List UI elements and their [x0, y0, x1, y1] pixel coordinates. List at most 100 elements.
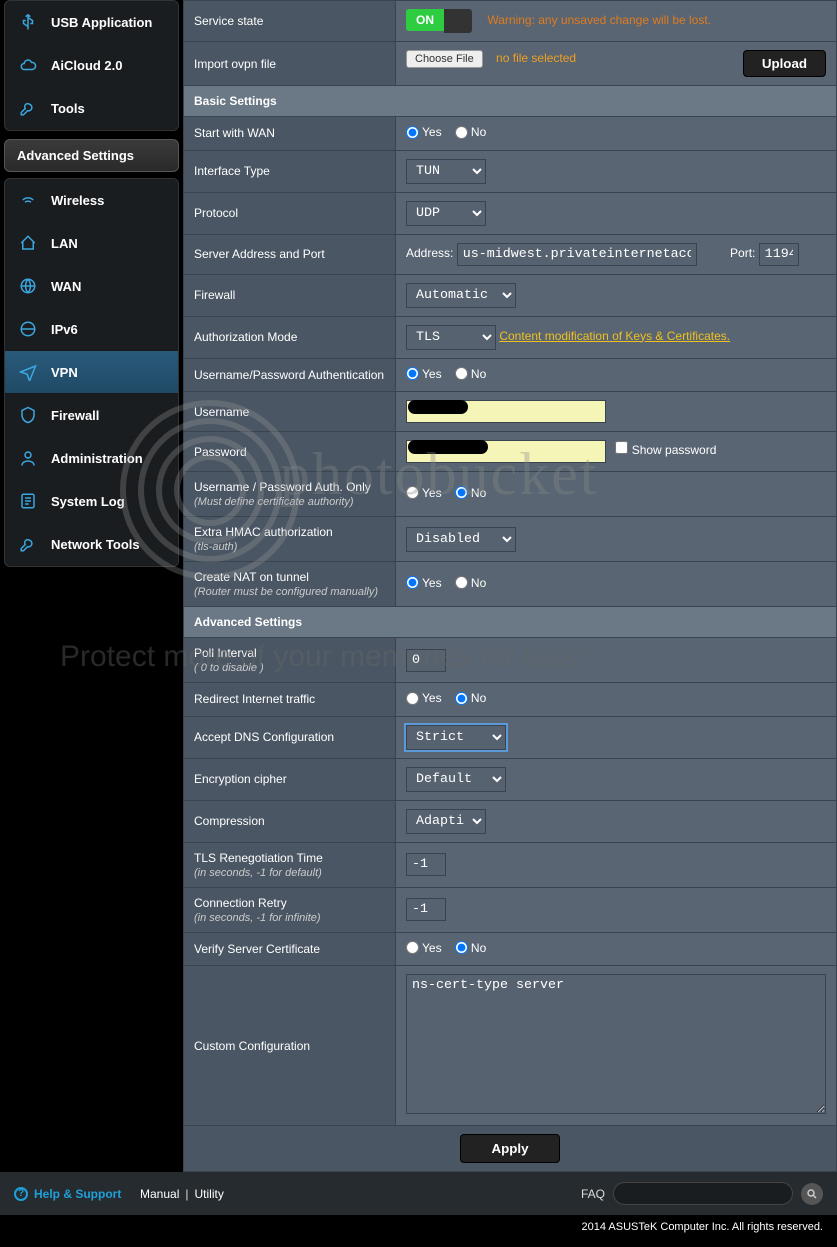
tls-reneg-input[interactable]	[406, 853, 446, 876]
search-icon	[806, 1188, 818, 1200]
cloud-icon	[15, 52, 41, 78]
compression-select[interactable]: Adaptive	[406, 809, 486, 834]
label-tls-reneg: TLS Renegotiation Time(in seconds, -1 fo…	[184, 842, 396, 887]
label-userpass-only: Username / Password Auth. Only(Must defi…	[184, 472, 396, 517]
label-redirect-traffic: Redirect Internet traffic	[184, 683, 396, 717]
verify-cert-yes[interactable]: Yes	[406, 941, 442, 955]
sidebar-item-firewall[interactable]: Firewall	[5, 394, 178, 437]
sidebar-item-networktools[interactable]: Network Tools	[5, 523, 178, 566]
label-conn-retry: Connection Retry(in seconds, -1 for infi…	[184, 887, 396, 932]
redirect-yes[interactable]: Yes	[406, 691, 442, 705]
redirect-no[interactable]: No	[455, 691, 486, 705]
usb-icon	[15, 9, 41, 35]
interface-type-select[interactable]: TUN	[406, 159, 486, 184]
upload-button[interactable]: Upload	[743, 50, 826, 77]
accept-dns-select[interactable]: Strict	[406, 725, 506, 750]
user-icon	[15, 445, 41, 471]
create-nat-no[interactable]: No	[455, 576, 486, 590]
port-label: Port:	[730, 246, 755, 260]
label-verify-cert: Verify Server Certificate	[184, 932, 396, 966]
sidebar-section-advanced: Advanced Settings	[4, 139, 179, 172]
copyright: 2014 ASUSTeK Computer Inc. All rights re…	[0, 1215, 837, 1247]
label-server-address: Server Address and Port	[184, 234, 396, 274]
label-interface-type: Interface Type	[184, 150, 396, 192]
faq-search-input[interactable]	[613, 1182, 793, 1205]
label-username: Username	[184, 392, 396, 432]
no-file-selected: no file selected	[496, 51, 576, 65]
globe-icon	[15, 273, 41, 299]
sidebar-item-vpn[interactable]: VPN	[5, 351, 178, 394]
manual-link[interactable]: Manual	[140, 1187, 179, 1201]
plane-icon	[15, 359, 41, 385]
userpass-auth-yes[interactable]: Yes	[406, 367, 442, 381]
service-state-toggle-off[interactable]	[444, 9, 472, 33]
tool-icon	[15, 531, 41, 557]
sidebar-item-wireless[interactable]: Wireless	[5, 179, 178, 222]
sidebar-item-label: LAN	[51, 236, 78, 251]
userpass-only-yes[interactable]: Yes	[406, 486, 442, 500]
sidebar-item-systemlog[interactable]: System Log	[5, 480, 178, 523]
show-password-checkbox[interactable]: Show password	[615, 443, 716, 457]
label-password: Password	[184, 432, 396, 472]
home-icon	[15, 230, 41, 256]
poll-interval-input[interactable]	[406, 649, 446, 672]
firewall-select[interactable]: Automatic	[406, 283, 516, 308]
start-wan-yes[interactable]: Yes	[406, 125, 442, 139]
label-poll-interval: Poll Interval( 0 to disable )	[184, 638, 396, 683]
userpass-only-no[interactable]: No	[455, 486, 486, 500]
encryption-cipher-select[interactable]: Default	[406, 767, 506, 792]
sidebar-item-administration[interactable]: Administration	[5, 437, 178, 480]
address-label: Address:	[406, 246, 453, 260]
label-import-ovpn: Import ovpn file	[184, 42, 396, 86]
custom-config-textarea[interactable]: ns-cert-type server	[406, 974, 826, 1114]
sidebar-item-usb[interactable]: USB Application	[5, 1, 178, 44]
protocol-select[interactable]: UDP	[406, 201, 486, 226]
section-basic-settings: Basic Settings	[184, 86, 837, 117]
label-start-wan: Start with WAN	[184, 117, 396, 151]
choose-file-button[interactable]: Choose File	[406, 50, 483, 68]
server-port-input[interactable]	[759, 243, 799, 266]
conn-retry-input[interactable]	[406, 898, 446, 921]
main-content: Service state ON Warning: any unsaved ch…	[183, 0, 837, 1172]
help-support-link[interactable]: Help & Support	[34, 1187, 121, 1201]
apply-button[interactable]: Apply	[460, 1134, 559, 1163]
section-advanced-settings: Advanced Settings	[184, 607, 837, 638]
service-state-toggle[interactable]: ON	[406, 9, 444, 31]
shield-icon	[15, 402, 41, 428]
sidebar-item-label: USB Application	[51, 15, 152, 30]
keys-certs-link[interactable]: Content modification of Keys & Certifica…	[499, 329, 730, 343]
sidebar: USB Application AiCloud 2.0 Tools Advanc…	[0, 0, 183, 1172]
start-wan-no[interactable]: No	[455, 125, 486, 139]
wifi-icon	[15, 187, 41, 213]
server-address-input[interactable]	[457, 243, 697, 266]
faq-search-button[interactable]	[801, 1183, 823, 1205]
sidebar-item-label: System Log	[51, 494, 125, 509]
sidebar-item-tools[interactable]: Tools	[5, 87, 178, 130]
sidebar-item-label: Tools	[51, 101, 85, 116]
sidebar-item-label: WAN	[51, 279, 81, 294]
ipv6-icon	[15, 316, 41, 342]
label-protocol: Protocol	[184, 192, 396, 234]
verify-cert-no[interactable]: No	[455, 941, 486, 955]
sidebar-item-lan[interactable]: LAN	[5, 222, 178, 265]
label-firewall: Firewall	[184, 274, 396, 316]
label-compression: Compression	[184, 800, 396, 842]
utility-link[interactable]: Utility	[194, 1187, 223, 1201]
sidebar-item-label: Firewall	[51, 408, 99, 423]
sidebar-item-aicloud[interactable]: AiCloud 2.0	[5, 44, 178, 87]
create-nat-yes[interactable]: Yes	[406, 576, 442, 590]
service-state-warning: Warning: any unsaved change will be lost…	[487, 13, 711, 27]
sidebar-item-wan[interactable]: WAN	[5, 265, 178, 308]
sidebar-item-label: Network Tools	[51, 537, 140, 552]
extra-hmac-select[interactable]: Disabled	[406, 527, 516, 552]
sidebar-item-label: VPN	[51, 365, 78, 380]
sidebar-item-label: IPv6	[51, 322, 78, 337]
auth-mode-select[interactable]: TLS	[406, 325, 496, 350]
redaction	[408, 440, 488, 454]
sidebar-item-label: AiCloud 2.0	[51, 58, 123, 73]
sidebar-item-ipv6[interactable]: IPv6	[5, 308, 178, 351]
faq-label: FAQ	[581, 1187, 605, 1201]
userpass-auth-no[interactable]: No	[455, 367, 486, 381]
label-userpass-auth: Username/Password Authentication	[184, 358, 396, 392]
wrench-icon	[15, 95, 41, 121]
